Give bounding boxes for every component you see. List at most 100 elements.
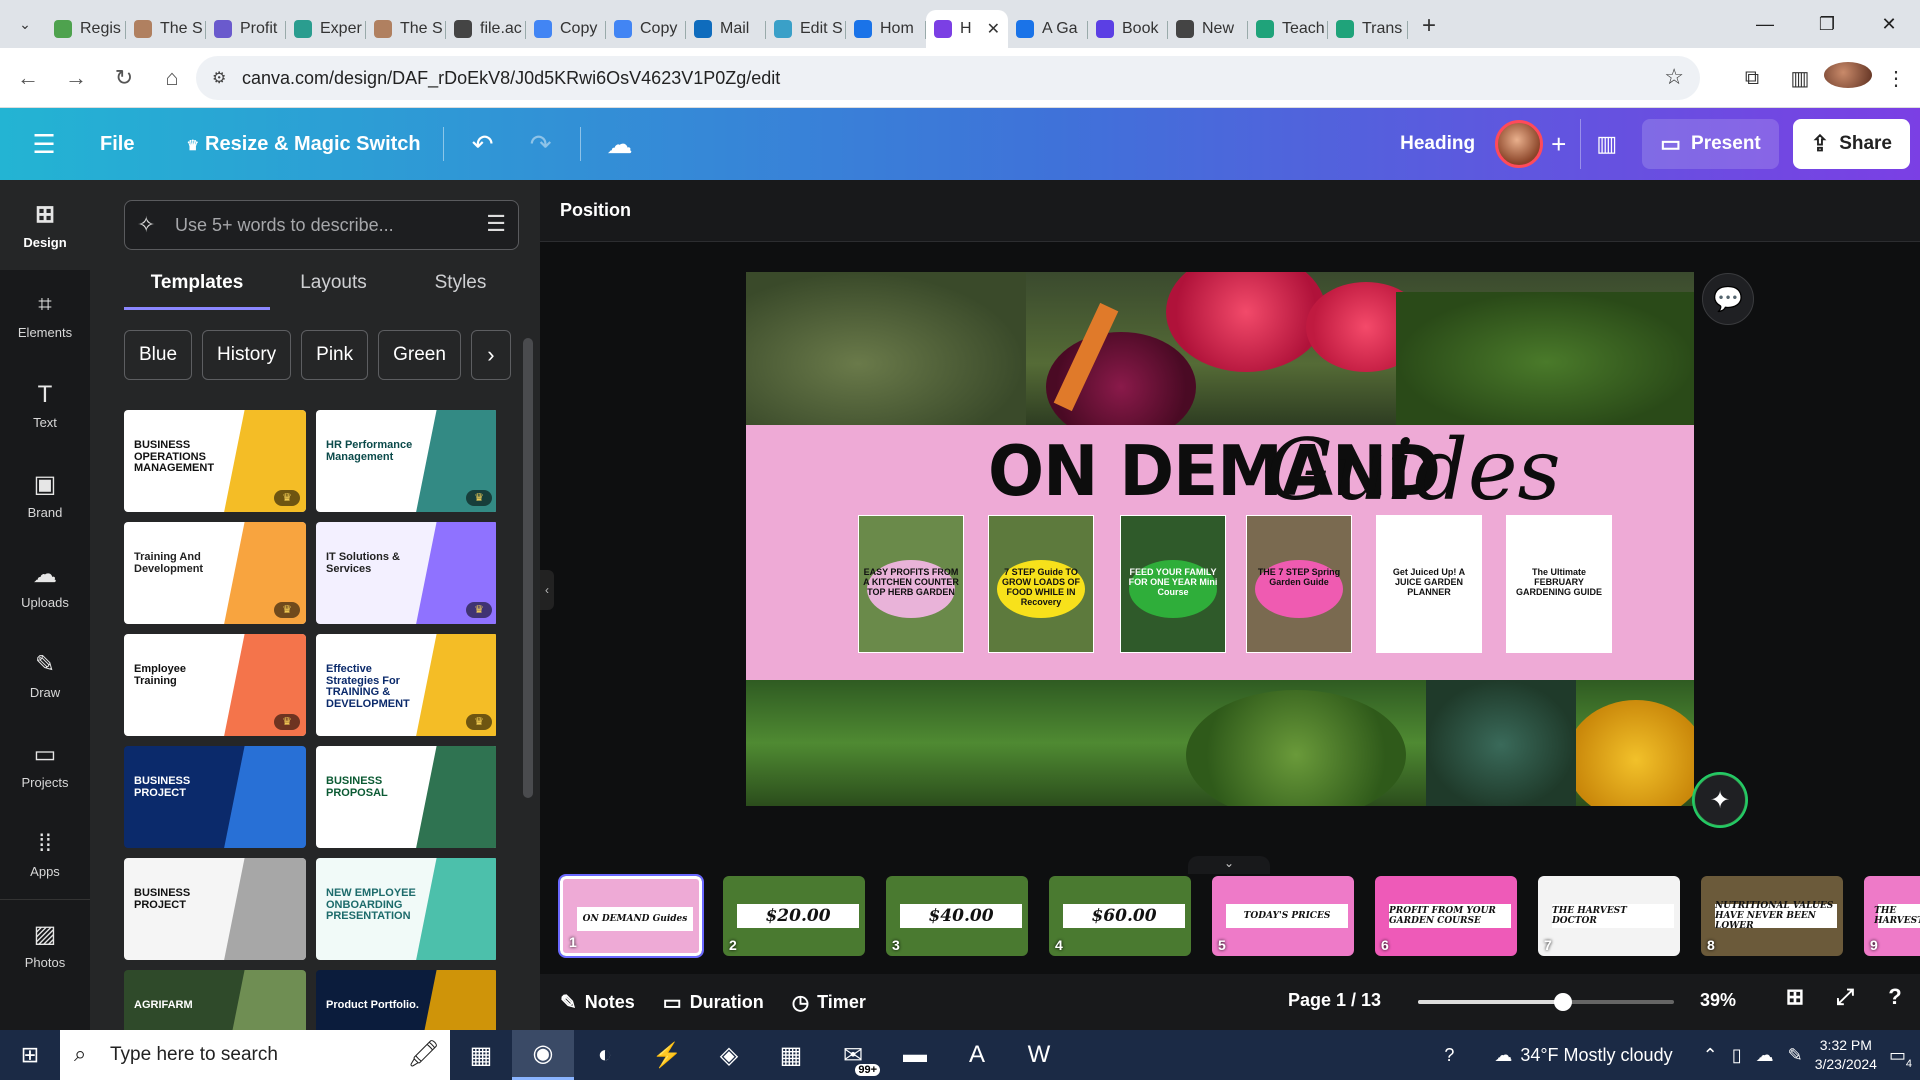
duration-button[interactable]: ▭ Duration xyxy=(663,990,764,1015)
guide-cover-card[interactable]: The Ultimate FEBRUARY GARDENING GUIDE xyxy=(1506,515,1612,653)
template-card[interactable]: BUSINESS PROPOSAL xyxy=(316,746,496,848)
rail-item-design[interactable]: ⊞ Design xyxy=(0,180,90,270)
bookmark-star-icon[interactable]: ☆ xyxy=(1664,64,1684,90)
page-thumbnail[interactable]: PROFIT FROM YOUR GARDEN COURSE 6 xyxy=(1375,876,1517,956)
template-card[interactable]: Employee Training ♛ xyxy=(124,634,306,736)
pen-icon[interactable]: ✎ xyxy=(1788,1045,1803,1066)
browser-tab[interactable]: Exper xyxy=(286,10,366,48)
system-clock[interactable]: 3:32 PM 3/23/2024 xyxy=(1815,1036,1877,1074)
redo-icon[interactable]: ↷ xyxy=(512,129,570,160)
chip-pink[interactable]: Pink xyxy=(301,330,369,380)
word-icon[interactable]: W xyxy=(1008,1030,1070,1080)
file-explorer-icon[interactable]: ▬ xyxy=(884,1030,946,1080)
browser-tab[interactable]: New xyxy=(1168,10,1248,48)
collaborator-avatar[interactable] xyxy=(1495,120,1544,168)
rail-item-elements[interactable]: ⌗ Elements xyxy=(0,270,90,360)
guide-cover-card[interactable]: Get Juiced Up! A JUICE GARDEN PLANNER xyxy=(1376,515,1482,653)
template-card[interactable]: Product Portfolio. xyxy=(316,970,496,1030)
main-menu-icon[interactable]: ☰ xyxy=(0,129,88,160)
mail-icon[interactable]: ✉ 99+ xyxy=(822,1030,884,1080)
browser-tab[interactable]: Edit S xyxy=(766,10,846,48)
power-automate-icon[interactable]: ⚡ xyxy=(636,1030,698,1080)
browser-tab[interactable]: Profit xyxy=(206,10,286,48)
browser-tab[interactable]: Copy xyxy=(526,10,606,48)
browser-tab[interactable]: A Ga xyxy=(1008,10,1088,48)
chevron-down-icon[interactable]: ⌄ xyxy=(1188,856,1270,874)
rail-item-draw[interactable]: ✎ Draw xyxy=(0,630,90,720)
zoom-slider[interactable] xyxy=(1418,993,1674,1011)
acrobat-icon[interactable]: A xyxy=(946,1030,1008,1080)
forward-button[interactable]: → xyxy=(56,58,96,98)
fullscreen-icon[interactable]: ⤢ xyxy=(1820,984,1870,1010)
browser-tab[interactable]: Book xyxy=(1088,10,1168,48)
template-card[interactable]: Effective Strategies For TRAINING & DEVE… xyxy=(316,634,496,736)
page-thumbnail[interactable]: $20.00 2 xyxy=(723,876,865,956)
design-title[interactable]: Heading xyxy=(1400,133,1475,155)
panel-scrollbar[interactable] xyxy=(522,310,533,1030)
browser-tab[interactable]: file.ac xyxy=(446,10,526,48)
add-collaborator-icon[interactable]: + xyxy=(1551,129,1566,160)
rail-item-apps[interactable]: ⁞⁞ Apps xyxy=(0,810,90,900)
insights-chart-icon[interactable]: ▥ xyxy=(1580,119,1632,169)
template-card[interactable]: HR Performance Management ♛ xyxy=(316,410,496,512)
chip-green[interactable]: Green xyxy=(378,330,461,380)
cloud-save-icon[interactable]: ☁ xyxy=(591,129,649,160)
rail-item-photos[interactable]: ▨ Photos xyxy=(0,900,90,990)
guide-cover-card[interactable]: 7 STEP Guide TO GROW LOADS OF FOOD WHILE… xyxy=(988,515,1094,653)
chevron-up-icon[interactable]: ⌃ xyxy=(1703,1045,1718,1066)
chip-history[interactable]: History xyxy=(202,330,292,380)
guide-cover-card[interactable]: FEED YOUR FAMILY FOR ONE YEAR Mini Cours… xyxy=(1120,515,1226,653)
new-tab-button[interactable]: + xyxy=(1422,12,1436,40)
grid-view-icon[interactable]: ⊞ xyxy=(1770,984,1820,1010)
reload-button[interactable]: ↻ xyxy=(104,58,144,98)
rail-item-projects[interactable]: ▭ Projects xyxy=(0,720,90,810)
browser-tab[interactable]: The S xyxy=(126,10,206,48)
page-thumbnail[interactable]: THE HARVEST DOCTOR 7 xyxy=(1538,876,1680,956)
browser-tab[interactable]: Trans xyxy=(1328,10,1408,48)
url-field[interactable]: ⚙ canva.com/design/DAF_rDoEkV8/J0d5KRwi6… xyxy=(196,56,1700,100)
share-button[interactable]: ⇪ Share xyxy=(1792,119,1910,169)
template-card[interactable]: BUSINESS PROJECT xyxy=(124,746,306,848)
help-icon[interactable]: ? xyxy=(1870,984,1920,1010)
edge-icon[interactable]: ◐ xyxy=(574,1030,636,1080)
page-thumbnail[interactable]: ON DEMAND Guides 1 xyxy=(558,874,704,958)
file-menu[interactable]: File xyxy=(88,133,146,156)
page-thumbnail[interactable]: TODAY'S PRICES 5 xyxy=(1212,876,1354,956)
tab-layouts[interactable]: Layouts xyxy=(270,270,397,310)
restore-button[interactable]: ❐ xyxy=(1796,0,1858,48)
site-info-icon[interactable]: ⚙ xyxy=(212,68,226,88)
store-icon[interactable]: ▦ xyxy=(760,1030,822,1080)
rail-item-brand[interactable]: ▣ Brand xyxy=(0,450,90,540)
chrome-icon[interactable]: ◉ xyxy=(512,1030,574,1080)
windows-start-icon[interactable]: ⊞ xyxy=(0,1030,60,1080)
side-panel-icon[interactable]: ▥ xyxy=(1776,66,1824,91)
guide-cover-card[interactable]: THE 7 STEP Spring Garden Guide xyxy=(1246,515,1352,653)
taskbar-search[interactable]: ⌕ Type here to search 🖍 xyxy=(60,1030,450,1080)
slide-title-script[interactable]: Guides xyxy=(1266,421,1561,519)
tab-templates[interactable]: Templates xyxy=(124,270,270,310)
chevron-right-icon[interactable]: › xyxy=(470,330,511,380)
add-comment-icon[interactable]: 💬 xyxy=(1702,273,1754,325)
close-window-button[interactable]: ✕ xyxy=(1858,0,1920,48)
template-card[interactable]: BUSINESS PROJECT xyxy=(124,858,306,960)
help-tray-icon[interactable]: ? xyxy=(1444,1045,1454,1066)
notes-button[interactable]: ✎ Notes xyxy=(560,990,635,1015)
browser-tab[interactable]: Regis xyxy=(46,10,126,48)
copilot-icon[interactable]: ◈ xyxy=(698,1030,760,1080)
chip-blue[interactable]: Blue xyxy=(124,330,193,380)
browser-tab[interactable]: Teach xyxy=(1248,10,1328,48)
page-indicator[interactable]: Page 1 / 13 xyxy=(1288,990,1381,1011)
cloud-icon[interactable]: ☁ xyxy=(1756,1045,1774,1066)
template-card[interactable]: BUSINESS OPERATIONS MANAGEMENT ♛ xyxy=(124,410,306,512)
template-card[interactable]: NEW EMPLOYEE ONBOARDING PRESENTATION xyxy=(316,858,496,960)
page-thumbnail[interactable]: NUTRITIONAL VALUES HAVE NEVER BEEN LOWER… xyxy=(1701,876,1843,956)
template-card[interactable]: Training And Development ♛ xyxy=(124,522,306,624)
slide-canvas[interactable]: ON DEMAND Guides EASY PROFITS FROM A KIT… xyxy=(746,272,1694,806)
notification-icon[interactable]: ▭ 4 xyxy=(1889,1045,1912,1070)
tab-styles[interactable]: Styles xyxy=(397,270,524,310)
template-card[interactable]: AGRIFARM xyxy=(124,970,306,1030)
rail-item-text[interactable]: T Text xyxy=(0,360,90,450)
browser-tab[interactable]: Copy xyxy=(606,10,686,48)
browser-tab[interactable]: H ✕ xyxy=(926,10,1008,48)
magic-assistant-icon[interactable]: ✦ xyxy=(1694,774,1746,826)
